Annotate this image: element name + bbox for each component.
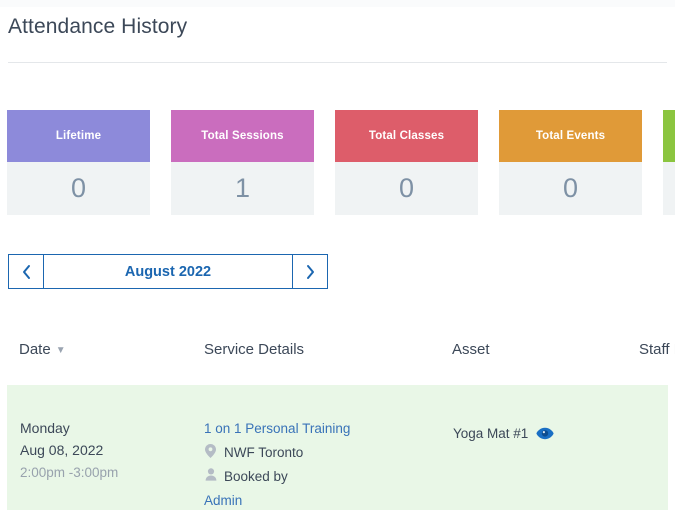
stat-card-header: Lifetime bbox=[7, 110, 150, 162]
date-day-of-week: Monday bbox=[20, 420, 70, 436]
page-header: Attendance History bbox=[0, 7, 675, 62]
cell-service-details: 1 on 1 Personal Training NWF Toronto Boo… bbox=[204, 417, 434, 510]
stat-card-value: 1 bbox=[171, 162, 314, 215]
column-header-label: Date bbox=[19, 341, 51, 358]
stat-card-label: Total Classes bbox=[368, 130, 445, 142]
page-title: Attendance History bbox=[8, 15, 188, 38]
sort-descending-icon[interactable]: ▼ bbox=[56, 345, 66, 356]
stat-card-value bbox=[663, 162, 675, 215]
column-header-service-details[interactable]: Service Details bbox=[204, 341, 304, 358]
stat-card-label: Lifetime bbox=[55, 130, 102, 142]
stat-card-value: 0 bbox=[7, 162, 150, 215]
current-month-label[interactable]: August 2022 bbox=[44, 254, 292, 289]
stat-card-value: 0 bbox=[335, 162, 478, 215]
attendance-table: Date ▼ Service Details Asset Staff N Mond… bbox=[0, 325, 675, 510]
next-month-button[interactable] bbox=[292, 254, 328, 289]
column-header-asset[interactable]: Asset bbox=[452, 341, 490, 358]
date-full: Aug 08, 2022 bbox=[20, 442, 104, 458]
stat-card-header: Total Events bbox=[499, 110, 642, 162]
table-row[interactable]: Monday Aug 08, 2022 2:00pm -3:00pm 1 on … bbox=[7, 385, 668, 510]
stat-card-total-sessions: Total Sessions 1 bbox=[171, 110, 314, 215]
column-header-staff-name[interactable]: Staff N bbox=[639, 341, 675, 358]
month-navigation: August 2022 bbox=[8, 254, 328, 289]
booked-by-name-link[interactable]: Admin bbox=[204, 489, 434, 510]
map-pin-icon bbox=[204, 444, 217, 458]
top-strip bbox=[0, 0, 675, 7]
stat-card-header: Total Sessions bbox=[171, 110, 314, 162]
stat-card-label: Total Sessions bbox=[201, 130, 284, 142]
header-divider bbox=[8, 62, 667, 63]
stat-card-header: Total Classes bbox=[335, 110, 478, 162]
asset-name: Yoga Mat #1 bbox=[453, 426, 529, 441]
table-header-row: Date ▼ Service Details Asset Staff N bbox=[0, 325, 675, 385]
attendance-history-page: Attendance History Lifetime 0 Total Sess… bbox=[0, 0, 675, 510]
stat-card-label: Total Events bbox=[535, 130, 606, 142]
stat-card-header bbox=[663, 110, 675, 162]
eye-icon[interactable] bbox=[536, 427, 554, 440]
stat-card-total-events: Total Events 0 bbox=[499, 110, 642, 215]
stat-card-total-classes: Total Classes 0 bbox=[335, 110, 478, 215]
service-location: NWF Toronto bbox=[204, 441, 434, 465]
previous-month-button[interactable] bbox=[8, 254, 44, 289]
user-icon bbox=[204, 468, 217, 481]
date-time-range: 2:00pm -3:00pm bbox=[20, 465, 119, 480]
stat-card-lifetime: Lifetime 0 bbox=[7, 110, 150, 215]
service-name-link[interactable]: 1 on 1 Personal Training bbox=[204, 417, 434, 441]
stat-card-partial bbox=[663, 110, 675, 215]
stat-card-value: 0 bbox=[499, 162, 642, 215]
stats-row: Lifetime 0 Total Sessions 1 Total Classe… bbox=[7, 110, 675, 215]
cell-date: Monday Aug 08, 2022 2:00pm -3:00pm bbox=[20, 417, 118, 484]
service-booked-by: Booked by bbox=[204, 465, 434, 489]
cell-asset: Yoga Mat #1 bbox=[453, 426, 554, 441]
chevron-left-icon bbox=[21, 264, 32, 280]
booked-by-label: Booked by bbox=[224, 469, 288, 484]
service-location-label: NWF Toronto bbox=[224, 445, 304, 460]
chevron-right-icon bbox=[305, 264, 316, 280]
column-header-date[interactable]: Date ▼ bbox=[19, 341, 66, 358]
